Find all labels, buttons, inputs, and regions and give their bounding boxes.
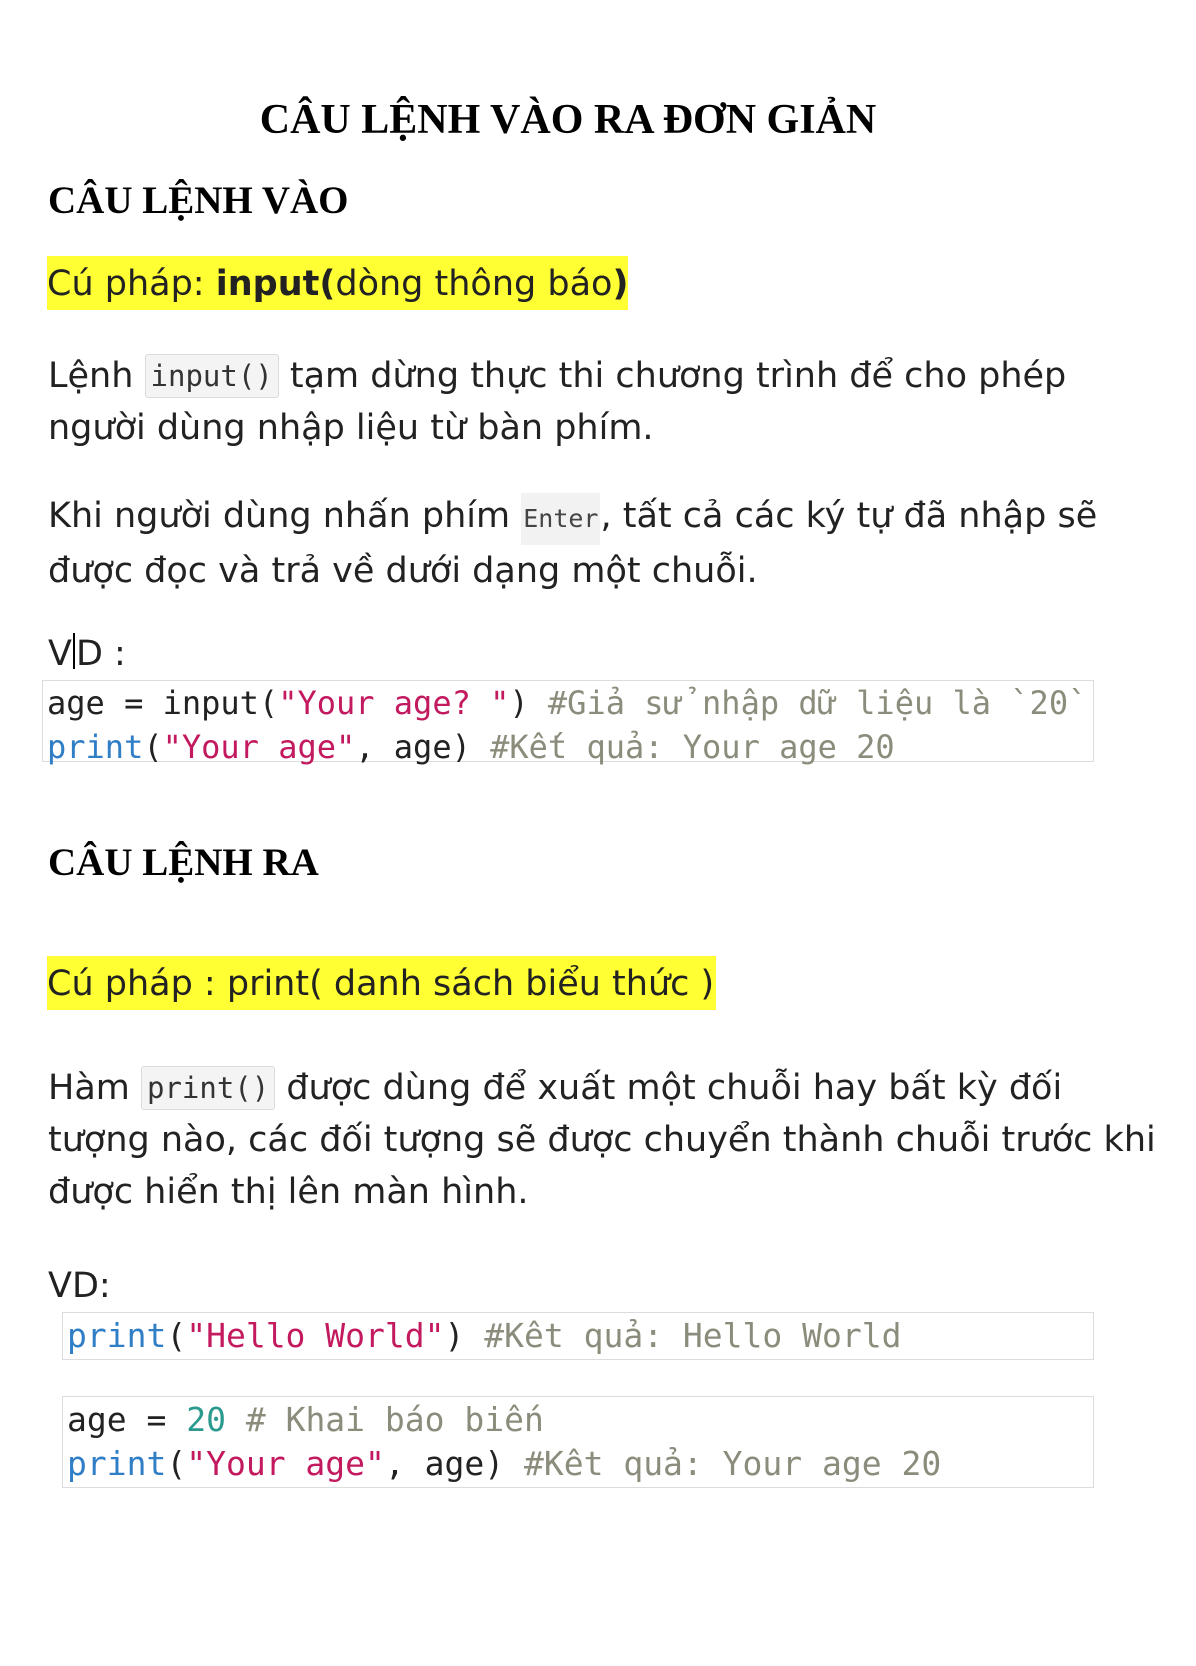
code-string: "Hello World" (186, 1316, 445, 1355)
syntax-close: ) (612, 264, 629, 304)
print-code-block-1: print("Hello World") #Kêt quả: Hello Wor… (62, 1312, 1094, 1360)
code-token: ( (166, 1444, 187, 1483)
code-string: "Your age" (162, 728, 356, 766)
output-syntax-line: Cú pháp : print( danh sách biểu thức ) (47, 956, 717, 1010)
code-keyword: print (67, 1316, 167, 1355)
code-comment: #Kêt quả: Hello World (484, 1316, 902, 1355)
code-comment: #Kết quả: Your age 20 (490, 728, 895, 766)
input-description: Lệnh input() tạm dừng thực thi chương tr… (48, 350, 1158, 454)
input-code-block: age = input("Your age? ") #Giả sử nhập d… (42, 680, 1094, 766)
code-keyword: print (67, 1444, 167, 1483)
input-syntax-highlight: Cú pháp: input(dòng thông báo) (47, 256, 629, 310)
inline-code-print: print() (141, 1066, 276, 1110)
code-comment: #Giả sử nhập dữ liệu là `20` (547, 684, 1088, 722)
syntax-func: input( (215, 264, 336, 304)
example-label-part: V (48, 634, 72, 674)
code-string: "Your age? " (278, 684, 510, 722)
print-code-block-2: age = 20 # Khai báo biến print("Your age… (62, 1396, 1094, 1488)
code-string: "Your age" (186, 1444, 385, 1483)
text: Lệnh (48, 356, 145, 396)
code-comment: # Khai báo biến (225, 1400, 544, 1439)
example-label-part: D : (75, 634, 126, 674)
page-title: CÂU LỆNH VÀO RA ĐƠN GIẢN (259, 97, 877, 143)
example-label-1: VD : (48, 630, 126, 678)
output-section-heading: CÂU LỆNH RA (48, 841, 319, 884)
output-syntax-highlight: Cú pháp : print( danh sách biểu thức ) (47, 956, 717, 1010)
code-token: age = input( (47, 684, 279, 722)
code-token: ( (166, 1316, 187, 1355)
text-cursor (72, 633, 75, 669)
text: Hàm (48, 1068, 141, 1108)
print-description: Hàm print() được dùng để xuất một chuỗi … (48, 1062, 1158, 1218)
code-token: age = (67, 1400, 187, 1439)
inline-code-enter: Enter (521, 493, 601, 545)
code-token: ( (143, 728, 163, 766)
code-token: ) (509, 684, 548, 722)
enter-description: Khi người dùng nhấn phím Enter, tất cả c… (48, 490, 1158, 597)
inline-code-input: input() (144, 354, 279, 398)
example-label-2: VD: (48, 1266, 111, 1306)
code-comment: #Kêt quả: Your age 20 (523, 1444, 942, 1483)
code-token: ) (444, 1316, 485, 1355)
code-token: , age) (384, 1444, 524, 1483)
syntax-arg: dòng thông báo (335, 264, 613, 304)
code-token: , age) (355, 728, 491, 766)
code-keyword: print (47, 728, 144, 766)
text: Khi người dùng nhấn phím (48, 496, 522, 536)
syntax-prefix: Cú pháp: (47, 264, 216, 304)
input-section-heading: CÂU LỆNH VÀO (48, 179, 349, 222)
input-syntax-line: Cú pháp: input(dòng thông báo) (47, 256, 629, 310)
code-number: 20 (186, 1400, 226, 1439)
